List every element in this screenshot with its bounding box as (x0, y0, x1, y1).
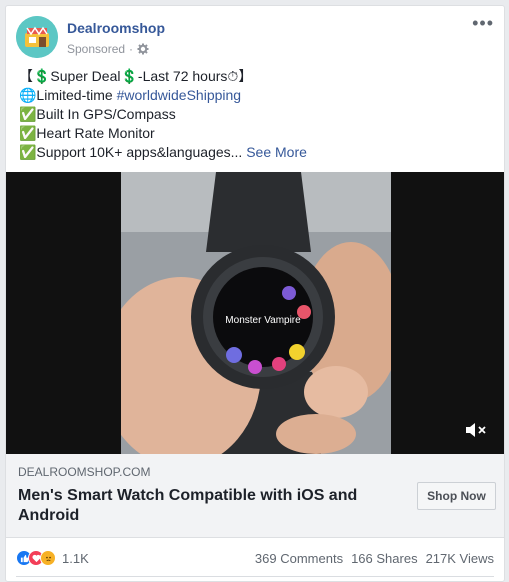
reaction-count: 1.1K (62, 550, 89, 566)
post-line-4: ✅Heart Rate Monitor (19, 125, 155, 141)
post-line-1: 【💲Super Deal💲-Last 72 hours⏱】 (19, 68, 253, 84)
post-line-5-text: ✅Support 10K+ apps&languages... (19, 144, 243, 160)
post-line-5: ✅Support 10K+ apps&languages... See More (19, 143, 494, 162)
link-domain: DEALROOMSHOP.COM (18, 465, 151, 479)
page-avatar[interactable] (16, 16, 58, 58)
sponsored-label[interactable]: Sponsored (67, 42, 125, 56)
views-count: 217K Views (425, 550, 494, 566)
post-footer: 1.1K 369 Comments 166 Shares 217K Views (16, 546, 494, 570)
post-message: 【💲Super Deal💲-Last 72 hours⏱】 🌐Limited-t… (19, 67, 494, 162)
angry-reaction-icon (40, 550, 56, 566)
link-headline[interactable]: Men's Smart Watch Compatible with iOS an… (18, 486, 378, 526)
ad-post-card: Dealroomshop Sponsored · ••• 【💲Super Dea… (5, 5, 505, 582)
sponsored-row: Sponsored · (67, 42, 149, 56)
reactions-summary[interactable]: 1.1K (16, 550, 89, 566)
dot-separator: · (129, 42, 134, 56)
post-line-2: 🌐Limited-time #worldwideShipping (19, 86, 494, 105)
post-line-3: ✅Built In GPS/Compass (19, 106, 176, 122)
comments-count-link[interactable]: 369 Comments (255, 551, 343, 566)
shop-now-button[interactable]: Shop Now (417, 482, 496, 510)
see-more-link[interactable]: See More (246, 144, 307, 160)
mute-icon[interactable] (464, 420, 488, 440)
shares-count-link[interactable]: 166 Shares (351, 551, 418, 566)
gear-icon[interactable] (137, 43, 149, 55)
engagement-stats: 369 Comments 166 Shares 217K Views (255, 551, 494, 566)
video-frame[interactable]: Monster Vampire (121, 172, 391, 454)
video-player[interactable]: Monster Vampire (6, 172, 504, 454)
post-header: Dealroomshop Sponsored · ••• (16, 14, 494, 60)
page-name-link[interactable]: Dealroomshop (67, 20, 165, 36)
more-options-icon[interactable]: ••• (472, 14, 494, 32)
hashtag-link[interactable]: #worldwideShipping (117, 87, 242, 103)
link-preview[interactable]: DEALROOMSHOP.COM Men's Smart Watch Compa… (6, 454, 504, 538)
watch-screen-text: Monster Vampire (225, 315, 301, 326)
limited-time-text: 🌐Limited-time (19, 87, 117, 103)
footer-divider (16, 576, 494, 577)
